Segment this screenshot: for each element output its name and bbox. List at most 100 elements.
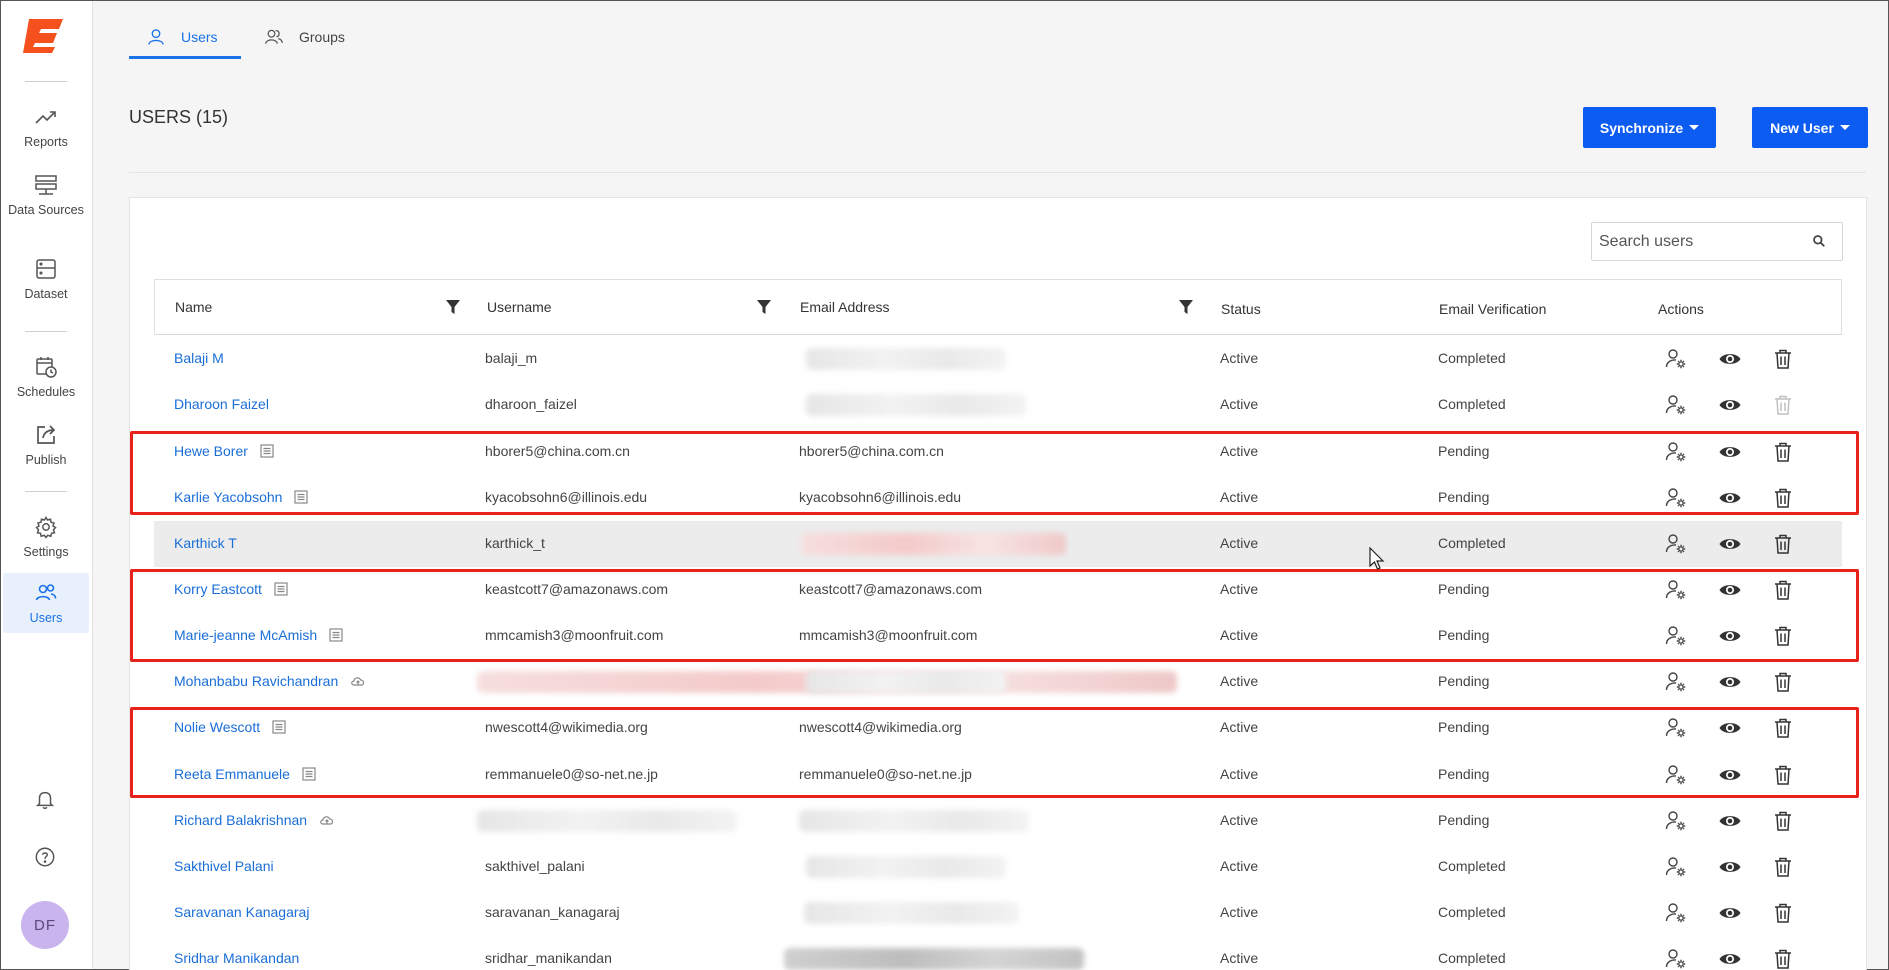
avatar[interactable]: DF — [21, 901, 69, 949]
sidebar-item-users[interactable]: Users — [3, 573, 89, 633]
view-icon[interactable] — [1718, 624, 1742, 648]
table-row[interactable]: Dharoon Faizel dharoon_faizel Active Comple… — [154, 382, 1842, 428]
table-row[interactable]: Hewe Borer hborer5@china.com.cn hborer5@ch… — [154, 429, 1842, 475]
table-row[interactable]: Sridhar Manikandan sridhar_manikandan Acti… — [154, 936, 1842, 970]
user-settings-icon[interactable] — [1664, 947, 1688, 970]
sidebar-item-reports[interactable]: Reports — [3, 97, 89, 157]
sidebar-item-schedules[interactable]: Schedules — [3, 347, 89, 407]
user-name-link[interactable]: Marie-jeanne McAmish — [174, 627, 343, 643]
view-icon[interactable] — [1718, 532, 1742, 556]
column-username[interactable]: Username — [487, 299, 552, 315]
delete-icon[interactable] — [1771, 440, 1795, 464]
delete-icon[interactable] — [1771, 763, 1795, 787]
filter-icon[interactable] — [446, 299, 460, 315]
user-settings-icon[interactable] — [1664, 763, 1688, 787]
user-settings-icon[interactable] — [1664, 440, 1688, 464]
user-name-link[interactable]: Saravanan Kanagaraj — [174, 904, 309, 920]
bell-icon[interactable] — [31, 785, 59, 813]
table-row[interactable]: Sakthivel Palani sakthivel_palani Active Co… — [154, 844, 1842, 890]
table-row[interactable]: Mohanbabu Ravichandran Active Pending — [154, 659, 1842, 705]
user-settings-icon[interactable] — [1664, 809, 1688, 833]
view-icon[interactable] — [1718, 716, 1742, 740]
user-settings-icon[interactable] — [1664, 347, 1688, 371]
tab-groups[interactable]: Groups — [263, 15, 345, 59]
delete-icon[interactable] — [1771, 670, 1795, 694]
column-status[interactable]: Status — [1221, 301, 1261, 317]
view-icon[interactable] — [1718, 347, 1742, 371]
sidebar-item-publish[interactable]: Publish — [3, 415, 89, 475]
delete-icon[interactable] — [1771, 624, 1795, 648]
table-row[interactable]: Karthick T karthick_t Active Completed — [154, 521, 1842, 567]
view-icon[interactable] — [1718, 809, 1742, 833]
search-icon[interactable] — [1812, 234, 1828, 250]
sidebar-item-dataset[interactable]: Dataset — [3, 249, 89, 309]
table-row[interactable]: Korry Eastcott keastcott7@amazonaws.com ke… — [154, 567, 1842, 613]
table-row[interactable]: Balaji M balaji_m Active Completed — [154, 336, 1842, 382]
status-cell: Active — [1220, 950, 1259, 966]
user-name-link[interactable]: Korry Eastcott — [174, 581, 288, 597]
help-icon[interactable] — [31, 843, 59, 871]
app-logo[interactable] — [19, 15, 69, 55]
column-name[interactable]: Name — [175, 299, 212, 315]
new-user-button[interactable]: New User — [1752, 107, 1868, 148]
view-icon[interactable] — [1718, 947, 1742, 970]
column-email[interactable]: Email Address — [800, 299, 889, 315]
user-settings-icon[interactable] — [1664, 393, 1688, 417]
verification-cell: Completed — [1438, 858, 1506, 874]
delete-icon[interactable] — [1771, 809, 1795, 833]
view-icon[interactable] — [1718, 901, 1742, 925]
view-icon[interactable] — [1718, 440, 1742, 464]
delete-icon[interactable] — [1771, 532, 1795, 556]
view-icon[interactable] — [1718, 578, 1742, 602]
delete-icon[interactable] — [1771, 347, 1795, 371]
user-name-link[interactable]: Richard Balakrishnan — [174, 812, 334, 828]
table-row[interactable]: Nolie Wescott nwescott4@wikimedia.org nwes… — [154, 705, 1842, 751]
column-email-verification[interactable]: Email Verification — [1439, 301, 1546, 317]
table-row[interactable]: Reeta Emmanuele remmanuele0@so-net.ne.jp r… — [154, 752, 1842, 798]
user-name-link[interactable]: Dharoon Faizel — [174, 396, 269, 412]
filter-icon[interactable] — [757, 299, 771, 315]
search-input[interactable]: Search users — [1591, 222, 1843, 261]
user-name-link[interactable]: Karthick T — [174, 535, 237, 551]
user-settings-icon[interactable] — [1664, 855, 1688, 879]
delete-icon[interactable] — [1771, 578, 1795, 602]
user-settings-icon[interactable] — [1664, 486, 1688, 510]
user-settings-icon[interactable] — [1664, 532, 1688, 556]
delete-icon[interactable] — [1771, 716, 1795, 740]
view-icon[interactable] — [1718, 486, 1742, 510]
user-settings-icon[interactable] — [1664, 716, 1688, 740]
user-name-link[interactable]: Sridhar Manikandan — [174, 950, 299, 966]
user-settings-icon[interactable] — [1664, 901, 1688, 925]
table-row[interactable]: Richard Balakrishnan Active Pending — [154, 798, 1842, 844]
user-name-link[interactable]: Reeta Emmanuele — [174, 766, 316, 782]
filter-icon[interactable] — [1179, 299, 1193, 315]
sidebar-item-data-sources[interactable]: Data Sources — [3, 165, 89, 225]
user-name-link[interactable]: Karlie Yacobsohn — [174, 489, 309, 505]
table-row[interactable]: Karlie Yacobsohn kyacobsohn6@illinois.edu… — [154, 475, 1842, 521]
header-divider — [129, 172, 1866, 173]
user-settings-icon[interactable] — [1664, 624, 1688, 648]
username-cell: saravanan_kanagaraj — [485, 904, 620, 920]
sidebar-item-settings[interactable]: Settings — [3, 507, 89, 567]
user-name-link[interactable]: Sakthivel Palani — [174, 858, 274, 874]
view-icon[interactable] — [1718, 393, 1742, 417]
view-icon[interactable] — [1718, 855, 1742, 879]
view-icon[interactable] — [1718, 670, 1742, 694]
delete-icon[interactable] — [1771, 855, 1795, 879]
table-row[interactable]: Marie-jeanne McAmish mmcamish3@moonfruit.… — [154, 613, 1842, 659]
view-icon[interactable] — [1718, 763, 1742, 787]
tab-users[interactable]: Users — [129, 15, 241, 59]
delete-icon[interactable] — [1771, 486, 1795, 510]
table-row[interactable]: Saravanan Kanagaraj saravanan_kanagaraj Ac… — [154, 890, 1842, 936]
synchronize-button[interactable]: Synchronize — [1583, 107, 1716, 148]
user-name-link[interactable]: Hewe Borer — [174, 443, 274, 459]
user-name-link[interactable]: Mohanbabu Ravichandran — [174, 673, 365, 689]
user-name-link[interactable]: Balaji M — [174, 350, 224, 366]
delete-icon[interactable] — [1771, 901, 1795, 925]
verification-cell: Completed — [1438, 535, 1506, 551]
delete-icon[interactable] — [1771, 947, 1795, 970]
user-name-link[interactable]: Nolie Wescott — [174, 719, 286, 735]
user-settings-icon[interactable] — [1664, 578, 1688, 602]
cloud-sync-icon — [350, 674, 365, 688]
user-settings-icon[interactable] — [1664, 670, 1688, 694]
